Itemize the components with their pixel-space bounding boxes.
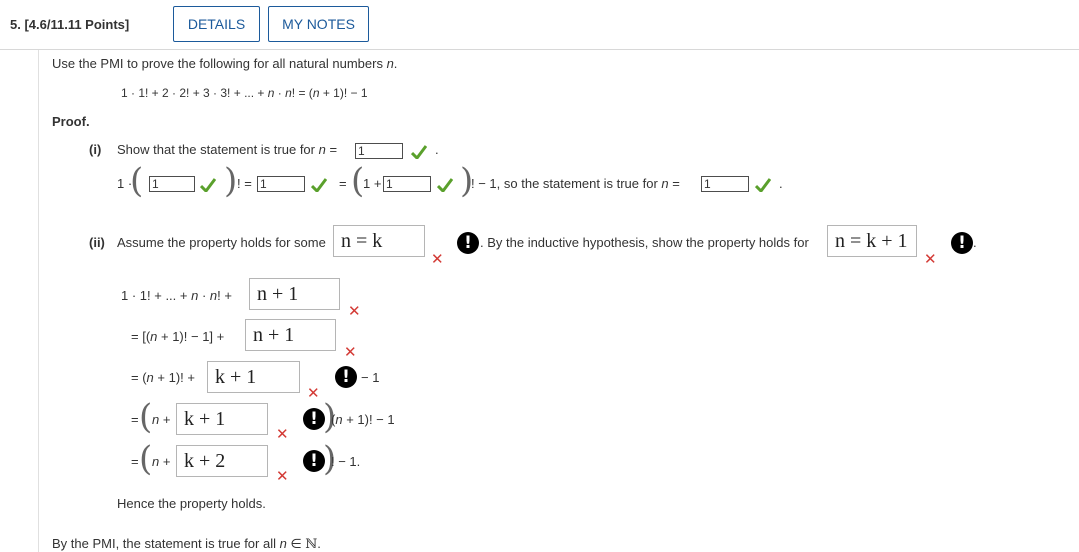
- line5-input[interactable]: k + 2: [176, 445, 268, 477]
- formula-part: ! = (: [291, 86, 313, 100]
- line3-input[interactable]: k + 1: [207, 361, 300, 393]
- part-i-dot: .: [435, 142, 439, 157]
- line4-eq: =: [131, 412, 139, 427]
- part-ii-assume: Assume the property holds for some: [117, 235, 326, 250]
- part-i-eq: =: [325, 142, 338, 157]
- conclusion-var: n: [279, 536, 287, 551]
- line2-text: = [(n + 1)! − 1] +: [131, 329, 224, 344]
- exclamation-icon: !: [951, 232, 973, 254]
- prompt-var: n: [386, 56, 394, 71]
- row2-eq: =: [339, 176, 347, 191]
- prompt-end: .: [393, 56, 398, 71]
- proof-label: Proof.: [52, 114, 90, 129]
- line4-tail-part: + 1)! − 1: [342, 412, 395, 427]
- line4-n-plus: n +: [152, 412, 170, 427]
- exclamation-icon: !: [303, 450, 325, 472]
- conclusion: By the PMI, the statement is true for al…: [52, 536, 321, 552]
- exclamation-icon: !: [457, 232, 479, 254]
- x-icon: ✕: [307, 384, 320, 402]
- line4-tail: (n + 1)! − 1: [331, 412, 395, 427]
- formula-part: + 1)! − 1: [319, 86, 368, 100]
- line3-part: = (: [131, 370, 147, 385]
- line4-plus: +: [159, 412, 171, 427]
- line2-part: + 1)! − 1] +: [157, 329, 225, 344]
- formula-var: n: [312, 86, 320, 100]
- naturals-symbol: ℕ: [305, 537, 318, 552]
- hence-text: Hence the property holds.: [117, 496, 266, 511]
- part-i-text: Show that the statement is true for n =: [117, 142, 337, 157]
- line1-part: ! +: [217, 288, 232, 303]
- part-i-statement: Show that the statement is true for: [117, 142, 319, 157]
- row2-eq2: =: [668, 176, 680, 191]
- line5-eq: =: [131, 454, 139, 469]
- x-icon: ✕: [344, 343, 357, 361]
- line2-input[interactable]: n + 1: [245, 319, 336, 351]
- left-paren: (: [139, 397, 153, 437]
- part-ii-mid: . By the inductive hypothesis, show the …: [480, 235, 809, 250]
- row2-input-4[interactable]: 1: [701, 176, 749, 192]
- row2-tail-text: ! − 1, so the statement is true for: [471, 176, 662, 191]
- show-input[interactable]: n = k + 1: [827, 225, 917, 257]
- line1-text: 1 · 1! + ... + n · n! +: [121, 288, 232, 303]
- row2-input-1[interactable]: 1: [149, 176, 195, 192]
- part-ii-period: .: [973, 235, 977, 250]
- line4-input[interactable]: k + 1: [176, 403, 268, 435]
- prompt-intro-text: Use the PMI to prove the following for a…: [52, 56, 387, 71]
- row2-end: .: [779, 176, 783, 191]
- conclusion-text: By the PMI, the statement is true for al…: [52, 536, 280, 551]
- exclamation-icon: !: [335, 366, 357, 388]
- check-icon: [437, 178, 453, 192]
- line3-part: + 1)! +: [153, 370, 195, 385]
- left-paren: (: [130, 161, 144, 201]
- assume-input[interactable]: n = k: [333, 225, 425, 257]
- check-icon: [411, 145, 427, 159]
- x-icon: ✕: [276, 467, 289, 485]
- line4-tail-var: n: [335, 412, 343, 427]
- line3-text: = (n + 1)! +: [131, 370, 195, 385]
- row2-one-plus: 1 +: [363, 176, 382, 191]
- line5-n-plus: n +: [152, 454, 170, 469]
- details-button[interactable]: DETAILS: [173, 6, 260, 42]
- check-icon: [755, 178, 771, 192]
- x-icon: ✕: [348, 302, 361, 320]
- x-icon: ✕: [431, 250, 444, 268]
- prompt-formula: 1 · 1! + 2 · 2! + 3 · 3! + ... + n · n! …: [121, 86, 368, 100]
- line3-var: n: [146, 370, 154, 385]
- part-ii-label: (ii): [89, 235, 105, 250]
- question-title: 5. [4.6/11.11 Points]: [10, 17, 130, 32]
- formula-var: n: [285, 86, 292, 100]
- line3-tail: − 1: [361, 370, 380, 385]
- line1-part: ·: [198, 288, 210, 303]
- row2-input-3[interactable]: 1: [383, 176, 431, 192]
- right-paren: ): [224, 161, 238, 201]
- row2-var: n: [661, 176, 669, 191]
- line5-tail: ! − 1.: [331, 454, 361, 469]
- exclamation-icon: !: [303, 408, 325, 430]
- x-icon: ✕: [924, 250, 937, 268]
- x-icon: ✕: [276, 425, 289, 443]
- formula-part: 1 · 1! + 2 · 2! + 3 · 3! + ... +: [121, 86, 268, 100]
- row2-input-2[interactable]: 1: [257, 176, 305, 192]
- prompt-intro: Use the PMI to prove the following for a…: [52, 56, 397, 71]
- line1-input[interactable]: n + 1: [249, 278, 340, 310]
- row2-tail: ! − 1, so the statement is true for n =: [471, 176, 680, 191]
- check-icon: [200, 178, 216, 192]
- left-paren: (: [139, 439, 153, 479]
- question-body: Use the PMI to prove the following for a…: [38, 50, 1079, 552]
- my-notes-button[interactable]: MY NOTES: [268, 6, 369, 42]
- conclusion-in: ∈: [286, 536, 306, 551]
- line2-part: = [(: [131, 329, 151, 344]
- line5-plus: +: [159, 454, 171, 469]
- row2-fact-eq: ! =: [237, 176, 252, 191]
- part-i-n-input[interactable]: 1: [355, 143, 403, 159]
- part-i-var: n: [318, 142, 326, 157]
- formula-part: ·: [274, 86, 286, 100]
- check-icon: [311, 178, 327, 192]
- conclusion-end: .: [317, 536, 321, 551]
- line1-part: 1 · 1! + ... +: [121, 288, 192, 303]
- question-header: 5. [4.6/11.11 Points] DETAILS MY NOTES: [0, 0, 1079, 50]
- part-i-label: (i): [89, 142, 102, 157]
